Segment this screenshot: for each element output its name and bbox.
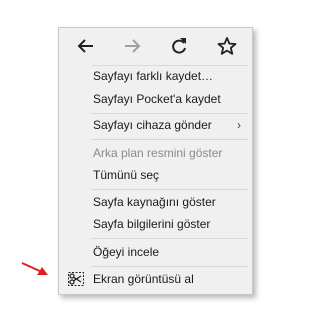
menu-item-inspect-element[interactable]: Öğeyi incele — [60, 241, 251, 263]
menu-item-select-all[interactable]: Tümünü seç — [60, 164, 251, 186]
reload-icon — [172, 38, 186, 54]
red-pointer-arrow-icon — [21, 262, 48, 275]
menu-item-label: Sayfa bilgilerini göster — [93, 217, 211, 231]
menu-item-save-page-as[interactable]: Sayfayı farklı kaydet… — [60, 65, 251, 87]
chevron-right-icon: › — [237, 118, 241, 132]
screenshot-stage: Sayfayı farklı kaydet… Sayfayı Pocket'a … — [0, 0, 269, 311]
menu-item-view-page-info[interactable]: Sayfa bilgilerini göster — [60, 213, 251, 235]
navigation-toolbar — [59, 28, 252, 64]
forward-button[interactable] — [121, 35, 143, 57]
menu-item-label: Sayfayı farklı kaydet… — [93, 69, 214, 83]
separator — [91, 189, 248, 190]
menu-item-view-background-image[interactable]: Arka plan resmini göster — [60, 142, 251, 164]
menu-item-label: Sayfayı cihaza gönder — [93, 118, 212, 132]
star-icon — [217, 37, 237, 55]
arrow-left-icon — [77, 39, 93, 53]
bookmark-button[interactable] — [216, 35, 238, 57]
menu-item-label: Ekran görüntüsü al — [93, 272, 194, 286]
menu-item-label: Öğeyi incele — [93, 245, 160, 259]
menu-item-view-page-source[interactable]: Sayfa kaynağını göster — [60, 191, 251, 213]
menu-item-save-to-pocket[interactable]: Sayfayı Pocket'a kaydet — [60, 88, 251, 110]
menu-item-take-screenshot[interactable]: Ekran görüntüsü al — [60, 268, 251, 290]
menu-item-label: Tümünü seç — [93, 168, 160, 182]
menu-item-label: Sayfa kaynağını göster — [93, 195, 216, 209]
menu-item-label: Sayfayı Pocket'a kaydet — [93, 92, 221, 106]
scissors-screenshot-icon — [68, 272, 84, 286]
back-button[interactable] — [75, 35, 97, 57]
reload-button[interactable] — [168, 35, 190, 57]
menu-item-label: Arka plan resmini göster — [93, 146, 223, 160]
context-menu: Sayfayı farklı kaydet… Sayfayı Pocket'a … — [58, 27, 253, 295]
separator — [91, 238, 248, 239]
separator — [91, 139, 248, 140]
arrow-right-icon — [125, 39, 141, 53]
separator — [91, 266, 248, 267]
menu-item-send-page-to-device[interactable]: Sayfayı cihaza gönder › — [60, 114, 251, 136]
